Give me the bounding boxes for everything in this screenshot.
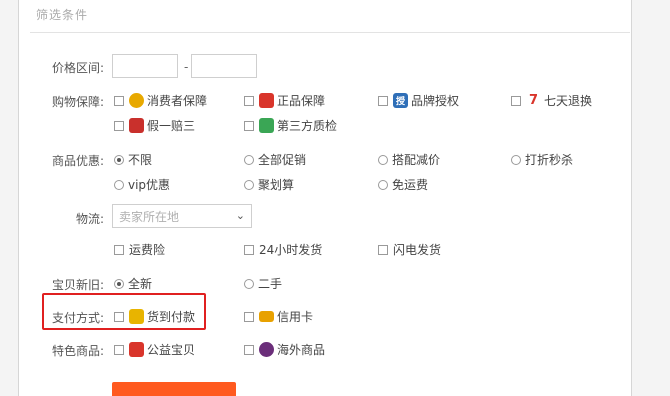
credit-card-icon: [259, 311, 274, 322]
overseas-icon: [259, 342, 274, 357]
radio[interactable]: [114, 179, 124, 190]
condition-label: 宝贝新旧:: [52, 278, 105, 292]
authentic-icon: [259, 93, 274, 108]
option-seven-day-return[interactable]: 7 七天退换: [511, 92, 592, 109]
radio-free-shipping[interactable]: 免运费: [378, 176, 428, 193]
option-label: 24小时发货: [259, 243, 323, 257]
panel-heading: 筛选条件: [36, 8, 89, 22]
option-quality-check[interactable]: 第三方质检: [244, 117, 337, 134]
checkbox[interactable]: [114, 120, 124, 131]
chevron-down-icon: ⌄: [235, 209, 245, 222]
radio-vip[interactable]: vip优惠: [114, 176, 170, 193]
option-brand-authorized[interactable]: 授 品牌授权: [378, 92, 459, 109]
radio[interactable]: [511, 154, 521, 165]
checkbox[interactable]: [378, 95, 388, 106]
radio-all-promotions[interactable]: 全部促销: [244, 151, 306, 168]
select-placeholder: 卖家所在地: [119, 209, 180, 224]
price-label: 价格区间:: [52, 61, 105, 75]
checkbox[interactable]: [244, 244, 254, 255]
quality-check-icon: [259, 118, 274, 133]
charity-icon: [129, 342, 144, 357]
cash-on-delivery-icon: [129, 309, 144, 324]
radio-juhuasuan[interactable]: 聚划算: [244, 176, 294, 193]
option-label: 假一赔三: [147, 119, 196, 133]
special-label: 特色商品:: [52, 344, 105, 358]
option-label: 聚划算: [258, 178, 295, 192]
radio[interactable]: [114, 154, 124, 165]
option-24h-shipping[interactable]: 24小时发货: [244, 241, 322, 258]
submit-button[interactable]: [112, 382, 236, 396]
checkbox[interactable]: [244, 311, 254, 322]
option-label: 二手: [258, 277, 283, 291]
option-credit-card[interactable]: 信用卡: [244, 308, 313, 325]
option-label: 搭配减价: [392, 153, 441, 167]
filter-panel: [18, 0, 632, 396]
option-authentic[interactable]: 正品保障: [244, 92, 325, 109]
option-fake-compensation[interactable]: 假一赔三: [114, 117, 195, 134]
option-label: 品牌授权: [411, 94, 460, 108]
checkbox[interactable]: [114, 344, 124, 355]
radio[interactable]: [378, 154, 388, 165]
option-label: 全部促销: [258, 153, 307, 167]
brand-auth-icon: 授: [393, 93, 408, 108]
option-label: 闪电发货: [393, 243, 442, 257]
option-label: vip优惠: [128, 178, 171, 192]
price-max-input[interactable]: [191, 54, 257, 78]
radio-bundle-discount[interactable]: 搭配减价: [378, 151, 440, 168]
checkbox[interactable]: [244, 95, 254, 106]
option-label: 全新: [128, 277, 153, 291]
option-label: 正品保障: [277, 94, 326, 108]
radio-new[interactable]: 全新: [114, 275, 152, 292]
option-overseas[interactable]: 海外商品: [244, 341, 325, 358]
option-label: 消费者保障: [147, 94, 208, 108]
checkbox[interactable]: [114, 95, 124, 106]
payment-label: 支付方式:: [52, 311, 105, 325]
consumer-shield-icon: [129, 93, 144, 108]
radio[interactable]: [378, 179, 388, 190]
checkbox[interactable]: [511, 95, 521, 106]
checkbox[interactable]: [244, 120, 254, 131]
option-lightning-shipping[interactable]: 闪电发货: [378, 241, 441, 258]
checkbox[interactable]: [378, 244, 388, 255]
option-label: 免运费: [392, 178, 429, 192]
price-separator: -: [184, 60, 189, 74]
option-consumer-protection[interactable]: 消费者保障: [114, 92, 207, 109]
option-label: 货到付款: [147, 310, 196, 324]
option-label: 七天退换: [544, 94, 593, 108]
radio[interactable]: [244, 278, 254, 289]
divider: [30, 32, 630, 33]
guarantee-label: 购物保障:: [52, 95, 105, 109]
option-label: 信用卡: [277, 310, 314, 324]
logistics-label: 物流:: [76, 212, 105, 226]
fake-compensation-icon: [129, 118, 144, 133]
seller-location-select[interactable]: 卖家所在地 ⌄: [112, 204, 252, 228]
option-label: 海外商品: [277, 343, 326, 357]
discount-label: 商品优惠:: [52, 154, 105, 168]
radio[interactable]: [244, 154, 254, 165]
checkbox[interactable]: [244, 344, 254, 355]
option-label: 不限: [128, 153, 153, 167]
price-min-input[interactable]: [112, 54, 178, 78]
radio-unlimited[interactable]: 不限: [114, 151, 152, 168]
option-label: 运费险: [129, 243, 166, 257]
option-cash-on-delivery[interactable]: 货到付款: [114, 308, 195, 325]
radio-flash-sale[interactable]: 打折秒杀: [511, 151, 573, 168]
option-shipping-insurance[interactable]: 运费险: [114, 241, 165, 258]
radio-used[interactable]: 二手: [244, 275, 282, 292]
radio[interactable]: [244, 179, 254, 190]
option-label: 公益宝贝: [147, 343, 196, 357]
option-label: 第三方质检: [277, 119, 338, 133]
checkbox[interactable]: [114, 311, 124, 322]
option-label: 打折秒杀: [525, 153, 574, 167]
option-charity[interactable]: 公益宝贝: [114, 341, 195, 358]
seven-day-return-icon: 7: [526, 93, 541, 108]
checkbox[interactable]: [114, 244, 124, 255]
radio[interactable]: [114, 278, 124, 289]
